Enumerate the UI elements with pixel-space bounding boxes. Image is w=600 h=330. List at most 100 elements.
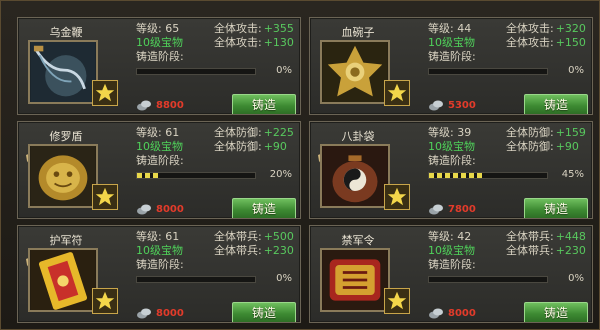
stage-label: 铸造阶段: bbox=[136, 154, 184, 167]
item-name: 护军符 bbox=[49, 234, 83, 247]
progress-percent: 0% bbox=[276, 65, 292, 76]
silver-coin-icon bbox=[137, 204, 151, 215]
stat1-value: +500 bbox=[263, 230, 294, 243]
item-name: 禁军令 bbox=[341, 234, 375, 247]
token-item-image[interactable] bbox=[320, 248, 390, 312]
stat1-label: 全体防御: bbox=[214, 126, 262, 139]
level-value: 61 bbox=[165, 230, 180, 243]
stat2-value: +90 bbox=[555, 140, 579, 153]
progress-bar bbox=[428, 172, 548, 179]
quality-label: 10级宝物 bbox=[428, 140, 475, 153]
progress-bar bbox=[136, 172, 256, 179]
cost-value: 8000 bbox=[156, 203, 184, 215]
level-value: 61 bbox=[165, 126, 180, 139]
progress-percent: 0% bbox=[568, 65, 584, 76]
quality-label: 10级宝物 bbox=[136, 244, 183, 257]
stat2-value: +230 bbox=[555, 244, 586, 257]
forge-button[interactable]: 铸造 bbox=[524, 198, 588, 218]
cost-value: 8800 bbox=[156, 99, 184, 111]
treasure-card-whip: 乌金鞭 等级: 65 10级宝物 铸造阶段: 全体攻击: +355 全体攻击: +1 bbox=[17, 17, 301, 115]
treasure-card-guard-token: 禁军令 等级: 42 10级宝物 铸造阶段: 全体带兵: +448 全体带兵: +2… bbox=[309, 225, 593, 323]
progress-bar bbox=[428, 68, 548, 75]
silver-coin-icon bbox=[429, 100, 443, 111]
quality-label: 10级宝物 bbox=[428, 36, 475, 49]
shield-item-image[interactable] bbox=[28, 144, 98, 208]
forge-button[interactable]: 铸造 bbox=[232, 302, 296, 322]
whip-item-image[interactable] bbox=[28, 40, 98, 104]
level-label: 等级: bbox=[136, 126, 162, 139]
level-value: 42 bbox=[457, 230, 472, 243]
stat1-value: +320 bbox=[555, 22, 586, 35]
silver-coin-icon bbox=[137, 308, 151, 319]
stat2-label: 全体攻击: bbox=[506, 36, 554, 49]
bag-item-image[interactable] bbox=[320, 144, 390, 208]
quality-label: 10级宝物 bbox=[428, 244, 475, 257]
stage-label: 铸造阶段: bbox=[428, 154, 476, 167]
quality-label: 10级宝物 bbox=[136, 140, 183, 153]
treasure-grid: 乌金鞭 等级: 65 10级宝物 铸造阶段: 全体攻击: +355 全体攻击: +1 bbox=[17, 17, 600, 330]
level-label: 等级: bbox=[428, 126, 454, 139]
stat1-label: 全体带兵: bbox=[506, 230, 554, 243]
star-badge-icon bbox=[384, 184, 410, 210]
star-badge-icon bbox=[92, 288, 118, 314]
progress-bar bbox=[428, 276, 548, 283]
silver-coin-icon bbox=[137, 100, 151, 111]
progress-fill bbox=[137, 173, 161, 178]
level-value: 65 bbox=[165, 22, 180, 35]
stat1-value: +225 bbox=[263, 126, 294, 139]
level-label: 等级: bbox=[136, 22, 162, 35]
forge-button[interactable]: 铸造 bbox=[524, 302, 588, 322]
level-value: 39 bbox=[457, 126, 472, 139]
forge-progress: 0% bbox=[136, 273, 292, 284]
stat1-label: 全体防御: bbox=[506, 126, 554, 139]
stage-label: 铸造阶段: bbox=[428, 258, 476, 271]
quality-label: 10级宝物 bbox=[136, 36, 183, 49]
forge-cost: 8000 bbox=[428, 306, 476, 320]
forge-progress: 45% bbox=[428, 169, 584, 180]
stage-label: 铸造阶段: bbox=[136, 50, 184, 63]
stat1-value: +355 bbox=[263, 22, 294, 35]
item-name: 八卦袋 bbox=[341, 130, 375, 143]
stat1-value: +448 bbox=[555, 230, 586, 243]
progress-fill bbox=[429, 173, 483, 178]
progress-percent: 20% bbox=[269, 169, 292, 180]
forge-progress: 0% bbox=[428, 273, 584, 284]
forge-cost: 8800 bbox=[136, 98, 184, 112]
forge-cost: 8000 bbox=[136, 202, 184, 216]
stat1-label: 全体攻击: bbox=[506, 22, 554, 35]
progress-percent: 45% bbox=[561, 169, 584, 180]
stat2-label: 全体防御: bbox=[214, 140, 262, 153]
forge-button[interactable]: 铸造 bbox=[232, 198, 296, 218]
talisman-item-image[interactable] bbox=[28, 248, 98, 312]
stat1-label: 全体攻击: bbox=[214, 22, 262, 35]
treasure-card-blood-bowl: 血碗子 等级: 44 10级宝物 铸造阶段: 全体攻击: +320 全体攻击: +1… bbox=[309, 17, 593, 115]
forge-button[interactable]: 铸造 bbox=[524, 94, 588, 114]
level-label: 等级: bbox=[428, 22, 454, 35]
cost-value: 8000 bbox=[448, 307, 476, 319]
stat2-value: +230 bbox=[263, 244, 294, 257]
treasure-card-army-talisman: 护军符 等级: 61 10级宝物 铸造阶段: 全体带兵: +500 全体带兵: +2… bbox=[17, 225, 301, 323]
silver-coin-icon bbox=[429, 308, 443, 319]
level-label: 等级: bbox=[136, 230, 162, 243]
bowl-item-image[interactable] bbox=[320, 40, 390, 104]
stat1-value: +159 bbox=[555, 126, 586, 139]
forge-cost: 8000 bbox=[136, 306, 184, 320]
level-value: 44 bbox=[457, 22, 472, 35]
cost-value: 7800 bbox=[448, 203, 476, 215]
cost-value: 5300 bbox=[448, 99, 476, 111]
stage-label: 铸造阶段: bbox=[136, 258, 184, 271]
item-name: 修罗盾 bbox=[49, 130, 83, 143]
forge-button[interactable]: 铸造 bbox=[232, 94, 296, 114]
item-name: 血碗子 bbox=[341, 26, 375, 39]
forge-progress: 20% bbox=[136, 169, 292, 180]
forge-progress: 0% bbox=[136, 65, 292, 76]
progress-bar bbox=[136, 276, 256, 283]
treasure-card-shield: 修罗盾 等级: 61 10级宝物 铸造阶段: 全体防御: +225 全体防御: … bbox=[17, 121, 301, 219]
stat1-label: 全体带兵: bbox=[214, 230, 262, 243]
stat2-label: 全体带兵: bbox=[506, 244, 554, 257]
forge-cost: 5300 bbox=[428, 98, 476, 112]
treasure-card-bagua-bag: 八卦袋 等级: 39 10级宝物 铸造阶段: 全体防御: +159 全体防御: … bbox=[309, 121, 593, 219]
progress-percent: 0% bbox=[568, 273, 584, 284]
progress-percent: 0% bbox=[276, 273, 292, 284]
star-badge-icon bbox=[384, 80, 410, 106]
